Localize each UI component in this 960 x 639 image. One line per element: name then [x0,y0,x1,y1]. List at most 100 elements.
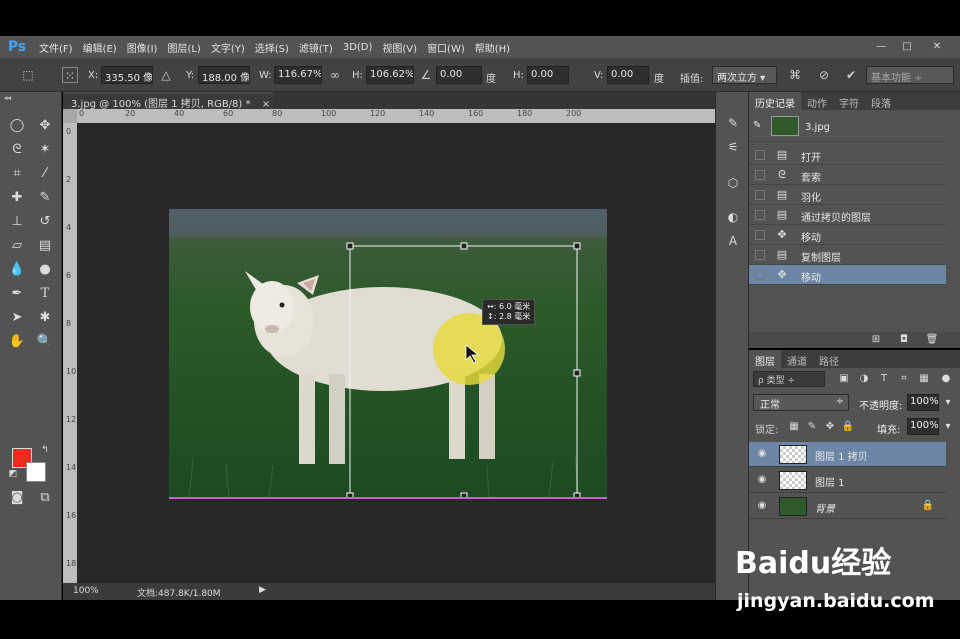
history-checkbox[interactable] [755,230,765,240]
blend-mode-dropdown[interactable]: 正常 ÷ [753,394,849,411]
lock-pixels-icon[interactable]: ✎ [805,420,819,434]
reference-point-icon[interactable]: ⁙ [62,67,78,83]
cancel-transform-icon[interactable]: ⊘ [816,67,832,83]
x-field[interactable]: 335.50 像素 [101,66,153,84]
history-brush-icon[interactable]: ↺ [34,212,56,232]
styles-icon[interactable]: ◐ [724,208,742,226]
menu-3d[interactable]: 3D(D) [338,42,378,53]
zoom-level[interactable]: 100% [73,586,99,596]
filter-pixel-icon[interactable]: ▣ [837,372,851,386]
layer-filter-dropdown[interactable]: ρ 类型 ÷ [753,371,825,387]
hskew-field[interactable]: 0.00 [527,66,569,84]
opacity-field[interactable]: 100% [907,394,939,411]
history-brush-source-icon[interactable]: ✎ [753,120,761,131]
history-item[interactable]: ▤ 通过拷贝的图层 [749,205,946,225]
path-selection-icon[interactable]: ➤ [6,308,28,328]
type-tool-icon[interactable]: T [34,284,56,304]
link-icon[interactable]: ∞ [327,67,343,83]
camera-snapshot-icon[interactable]: ◘ [897,333,911,347]
vskew-field[interactable]: 0.00 [607,66,649,84]
close-window-button[interactable]: ✕ [926,38,948,54]
clone-stamp-icon[interactable]: ⊥ [6,212,28,232]
tab-layers[interactable]: 图层 [749,350,781,368]
swap-colors-icon[interactable]: ↰ [34,440,56,460]
visibility-eye-icon[interactable]: ◉ [755,500,769,512]
brush-tool-icon[interactable]: ✎ [34,188,56,208]
filter-type-icon[interactable]: T [877,372,891,386]
history-checkbox[interactable] [755,210,765,220]
collapse-arrows-icon[interactable]: ◂◂ [4,94,11,102]
healing-brush-icon[interactable]: ✚ [6,188,28,208]
vertical-ruler[interactable]: 0 2 4 6 8 10 12 14 16 18 [63,123,77,583]
tab-history[interactable]: 历史记录 [749,92,801,110]
document-tab[interactable]: 3.jpg @ 100% (图层 1 拷贝, RGB/8) * × [63,92,273,110]
history-item[interactable]: ✥ 移动 [749,225,946,245]
tab-character[interactable]: 字符 [833,92,865,110]
fill-slider-arrow-icon[interactable]: ▾ [941,420,955,434]
gradient-tool-icon[interactable]: ▤ [34,236,56,256]
ruler-origin[interactable] [63,109,77,123]
history-checkbox[interactable] [755,270,765,280]
menu-layer[interactable]: 图层(L) [162,40,205,55]
menu-select[interactable]: 选择(S) [250,40,294,55]
menu-edit[interactable]: 编辑(E) [78,40,122,55]
history-item-selected[interactable]: ✥ 移动 [749,265,946,285]
menu-file[interactable]: 文件(F) [34,40,78,55]
visibility-eye-icon[interactable]: ◉ [755,474,769,486]
layer-row[interactable]: ◉ 图层 1 拷贝 [749,442,946,467]
history-item[interactable]: ▤ 打开 [749,145,946,165]
menu-type[interactable]: 文字(Y) [206,40,250,55]
background-color-swatch[interactable] [26,462,46,482]
relative-position-icon[interactable]: △ [158,67,174,83]
lasso-tool-icon[interactable]: ᘓ [6,140,28,160]
menu-window[interactable]: 窗口(W) [422,40,470,55]
eyedropper-icon[interactable]: ⁄ [34,164,56,184]
maximize-button[interactable]: □ [896,38,918,54]
minimize-button[interactable]: — [870,38,892,54]
opacity-slider-arrow-icon[interactable]: ▾ [941,396,955,410]
quick-mask-icon[interactable]: ◙ [6,488,28,508]
crop-tool-icon[interactable]: ⌗ [6,164,28,184]
zoom-tool-icon[interactable]: 🔍 [34,332,56,352]
pen-tool-icon[interactable]: ✒ [6,284,28,304]
menu-help[interactable]: 帮助(H) [470,40,515,55]
adjustments-icon[interactable]: ⚟ [724,138,742,156]
interpolation-dropdown[interactable]: 两次立方 ▾ [712,66,777,84]
blur-tool-icon[interactable]: 💧 [6,260,28,280]
history-checkbox[interactable] [755,250,765,260]
dodge-tool-icon[interactable]: ● [34,260,56,280]
filter-smart-object-icon[interactable]: ▦ [917,372,931,386]
hand-tool-icon[interactable]: ✋ [6,332,28,352]
w-field[interactable]: 116.67% [274,66,322,84]
history-item[interactable]: ▤ 羽化 [749,185,946,205]
paragraph-style-icon[interactable]: A [724,232,742,250]
document-canvas[interactable]: ↔: 6.0 毫米 ↕: 2.8 毫米 [169,209,607,499]
menu-view[interactable]: 视图(V) [377,40,422,55]
commit-transform-icon[interactable]: ✔ [843,67,859,83]
filter-shape-icon[interactable]: ⌗ [897,372,911,386]
lock-all-icon[interactable]: 🔒 [841,420,855,434]
y-field[interactable]: 188.00 像素 [198,66,250,84]
menu-image[interactable]: 图像(I) [122,40,163,55]
h-field[interactable]: 106.62% [366,66,414,84]
lock-position-icon[interactable]: ✥ [823,420,837,434]
default-colors-icon[interactable]: ◩ [2,464,24,484]
filter-adjustment-icon[interactable]: ◑ [857,372,871,386]
fill-field[interactable]: 100% [907,418,939,435]
warp-icon[interactable]: ⌘ [787,67,803,83]
move-tool-preset-icon[interactable]: ⬚ [20,67,36,83]
3d-cube-icon[interactable]: ⬡ [724,174,742,192]
move-tool-icon[interactable]: ✥ [34,116,56,136]
eraser-icon[interactable]: ▱ [6,236,28,256]
marquee-tool-icon[interactable]: ◯ [6,116,28,136]
status-menu-arrow-icon[interactable]: ▶ [259,585,266,595]
tab-channels[interactable]: 通道 [781,350,813,368]
layer-row[interactable]: ◉ 图层 1 [749,468,946,493]
history-item[interactable]: ▤ 复制图层 [749,245,946,265]
tab-paths[interactable]: 路径 [813,350,845,368]
new-document-from-state-icon[interactable]: ⊞ [869,333,883,347]
tab-paragraph[interactable]: 段落 [865,92,897,110]
horizontal-ruler[interactable]: 0 20 40 60 80 100 120 140 160 180 200 [77,109,715,123]
magic-wand-icon[interactable]: ✶ [34,140,56,160]
custom-shape-icon[interactable]: ✱ [34,308,56,328]
